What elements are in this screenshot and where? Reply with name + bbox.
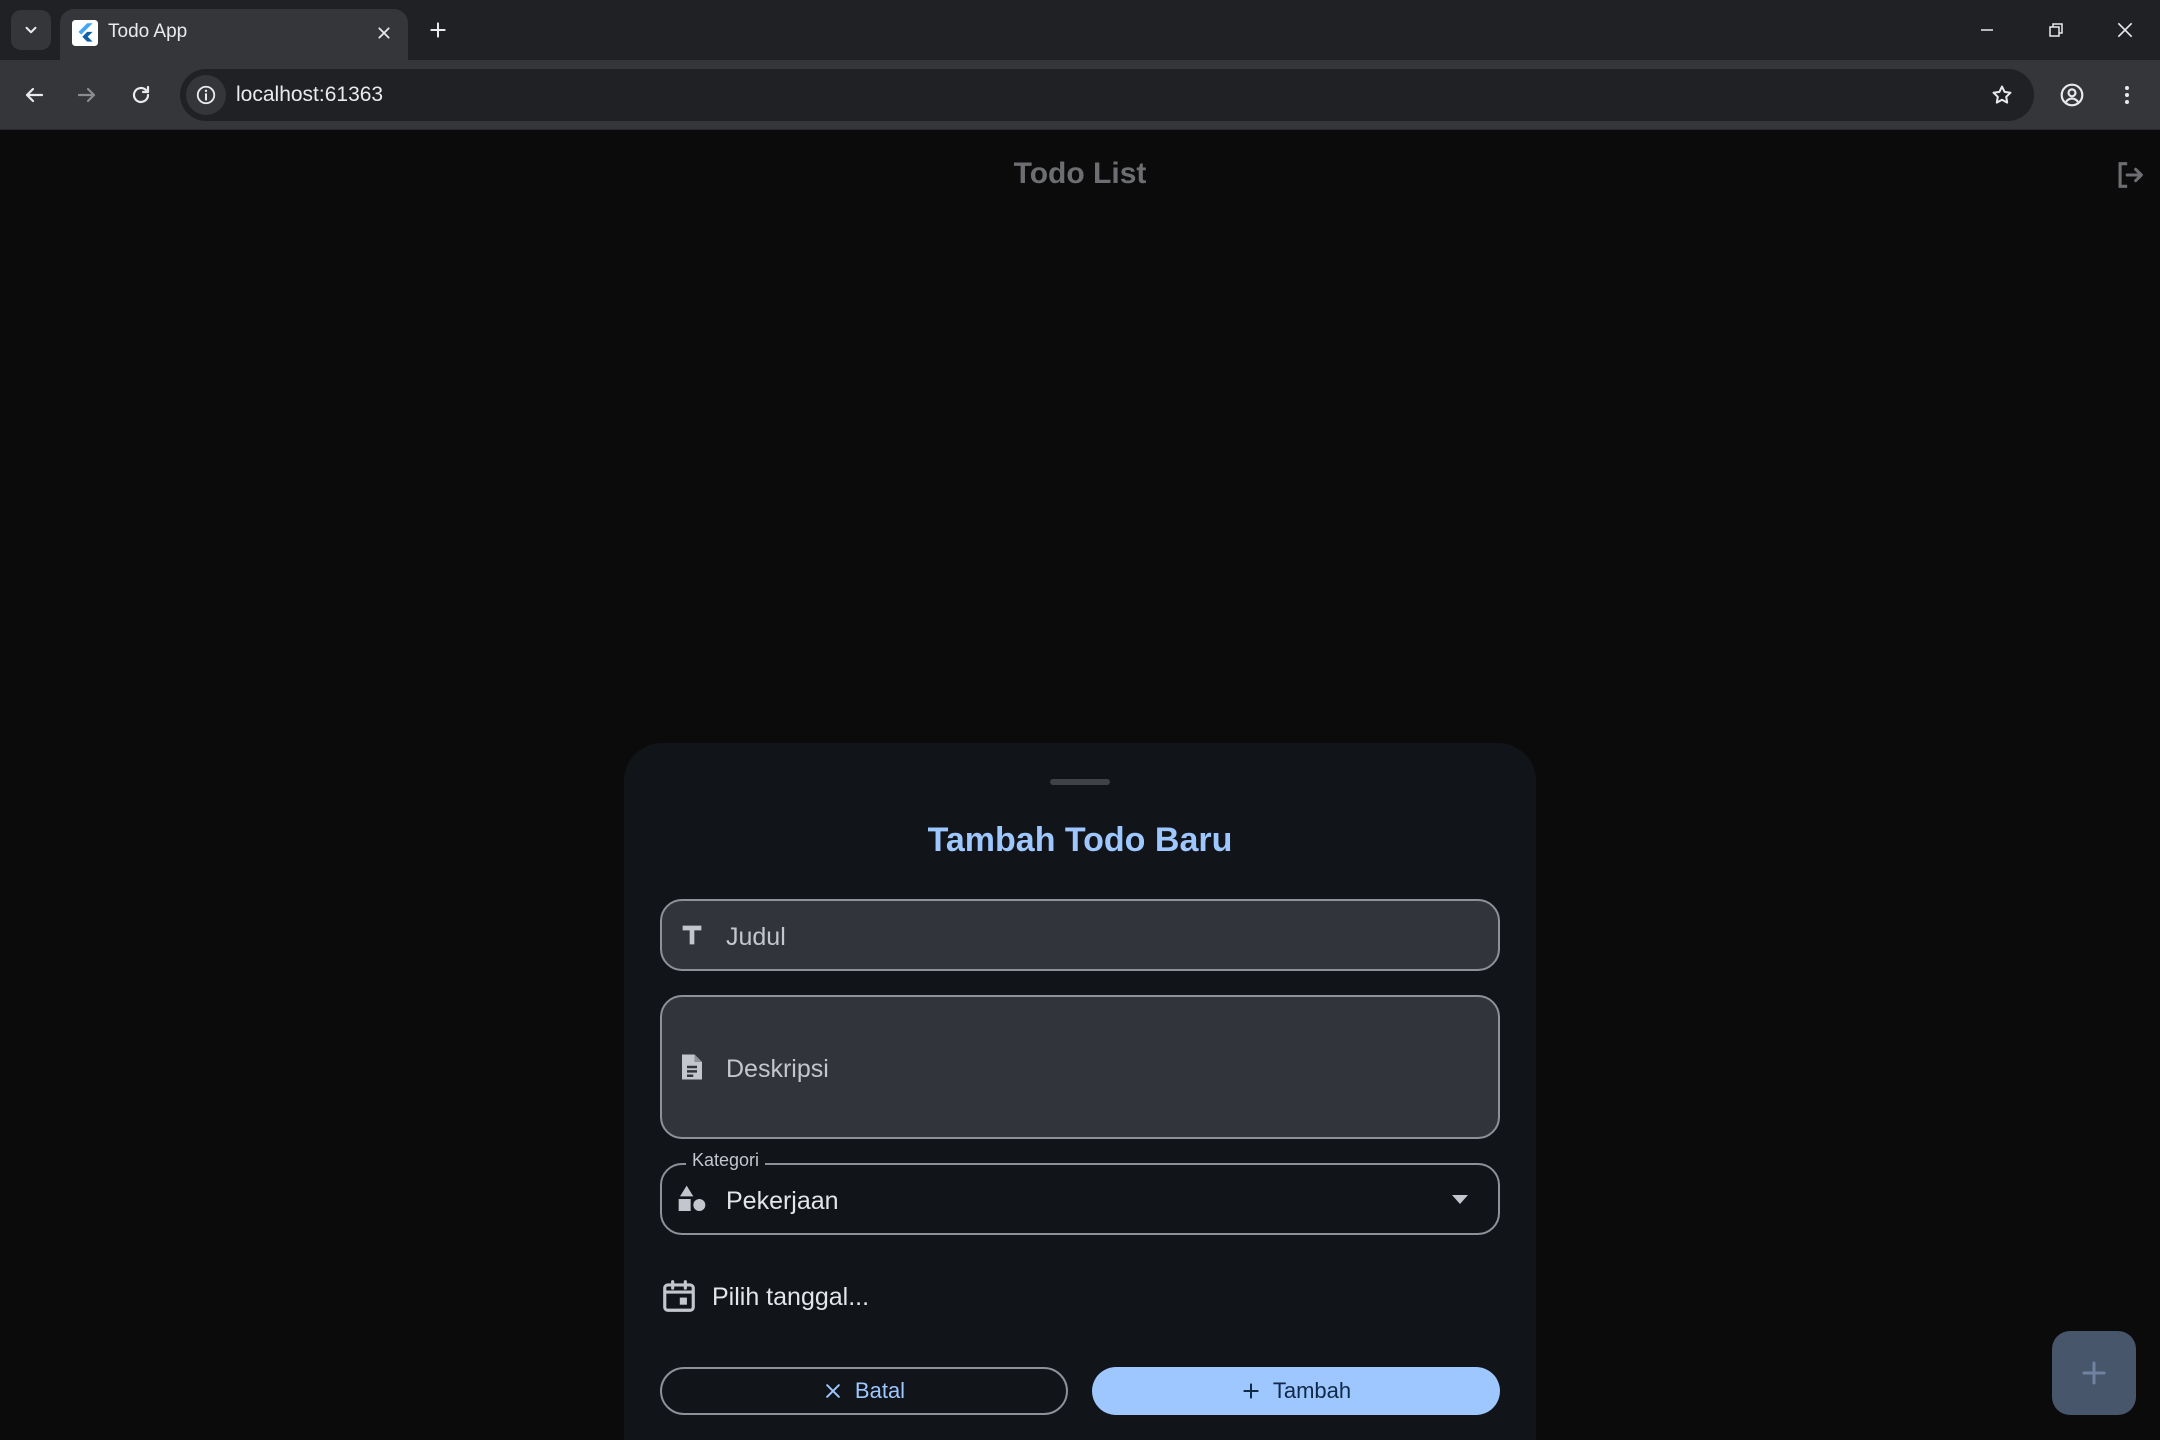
close-icon: [826, 1384, 840, 1398]
forward-button[interactable]: [67, 75, 107, 115]
title-icon: [674, 917, 710, 953]
star-icon: [1992, 85, 2012, 104]
restore-button[interactable]: [2032, 8, 2080, 52]
category-label: Kategori: [686, 1150, 766, 1171]
restore-icon: [2049, 23, 2063, 37]
chevron-down-icon: [1452, 1195, 1468, 1204]
new-tab-button[interactable]: [422, 14, 454, 46]
address-bar[interactable]: localhost:61363: [180, 69, 2034, 121]
category-value: Pekerjaan: [726, 1187, 839, 1215]
date-picker[interactable]: Pilih tanggal...: [660, 1271, 1500, 1321]
url-text: localhost:61363: [236, 83, 384, 106]
category-dropdown[interactable]: Kategori Pekerjaan: [660, 1150, 1500, 1235]
tab-close-button[interactable]: [370, 19, 398, 47]
description-input[interactable]: Deskripsi: [660, 995, 1500, 1139]
category-icon: [674, 1181, 710, 1217]
title-input[interactable]: Judul: [660, 899, 1500, 971]
plus-icon: [1243, 1383, 1259, 1399]
add-label: Tambah: [1272, 1378, 1352, 1403]
add-todo-sheet: Tambah Todo Baru Judul Deskripsi Kategor…: [624, 743, 1536, 1440]
close-icon: [2117, 22, 2133, 38]
title-placeholder: Judul: [726, 923, 786, 951]
plus-icon: [2082, 1361, 2106, 1385]
reload-icon: [132, 85, 150, 104]
description-icon: [674, 1049, 710, 1085]
arrow-right-icon: [77, 87, 96, 103]
browser-toolbar: localhost:61363: [0, 60, 2160, 130]
bookmark-button[interactable]: [1984, 77, 2020, 113]
browser-menu-button[interactable]: [2107, 75, 2147, 115]
browser-tab-active[interactable]: Todo App: [60, 9, 408, 60]
cancel-button[interactable]: Batal: [660, 1367, 1068, 1415]
minimize-icon: [1981, 29, 1993, 31]
close-icon: [378, 27, 390, 39]
plus-icon: [430, 22, 446, 38]
date-picker-label: Pilih tanggal...: [712, 1283, 870, 1311]
logout-button[interactable]: [2112, 157, 2148, 193]
info-icon: [196, 85, 216, 105]
tab-search-button[interactable]: [11, 10, 51, 50]
more-vert-icon: [2125, 86, 2129, 104]
drag-handle[interactable]: [1050, 779, 1110, 785]
add-button[interactable]: Tambah: [1092, 1367, 1500, 1415]
logout-icon: [2118, 162, 2143, 188]
tab-title: Todo App: [108, 21, 188, 42]
description-placeholder: Deskripsi: [726, 1055, 829, 1083]
minimize-button[interactable]: [1963, 8, 2011, 52]
add-todo-fab[interactable]: [2052, 1331, 2136, 1415]
site-info-button[interactable]: [186, 75, 226, 115]
cancel-label: Batal: [854, 1378, 906, 1403]
back-button[interactable]: [14, 75, 54, 115]
sheet-title: Tambah Todo Baru: [927, 821, 1233, 859]
calendar-icon: [663, 1280, 695, 1312]
chevron-down-icon: [25, 26, 37, 34]
reload-button[interactable]: [121, 75, 161, 115]
profile-button[interactable]: [2052, 75, 2092, 115]
browser-tabstrip: Todo App: [0, 0, 2160, 60]
page-title: Todo List: [1013, 157, 1147, 190]
window-close-button[interactable]: [2101, 8, 2149, 52]
arrow-left-icon: [25, 87, 44, 103]
flutter-logo-icon: [72, 20, 98, 46]
account-icon: [2060, 83, 2084, 107]
